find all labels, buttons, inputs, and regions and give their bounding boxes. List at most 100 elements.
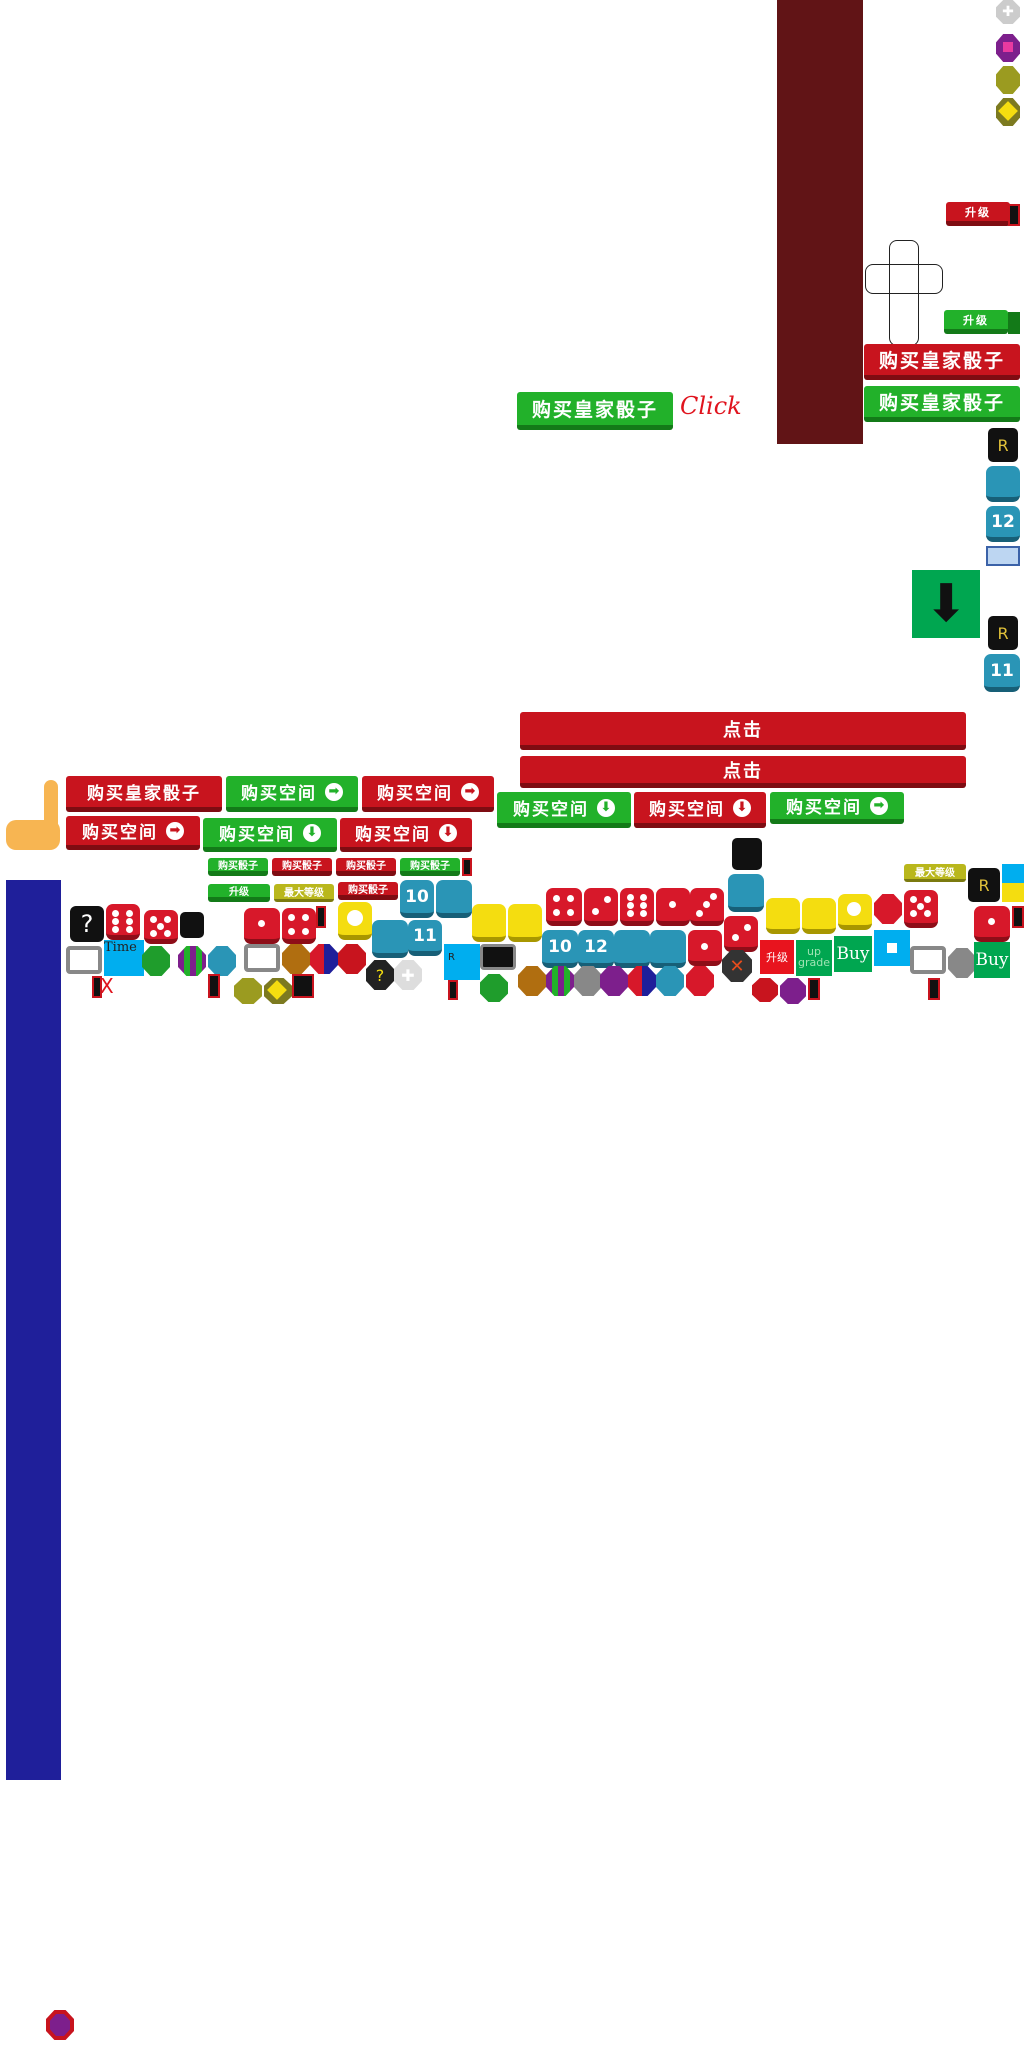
teal-die-six-5 [614,930,650,968]
red-grid-gem-icon-2 [752,978,778,1002]
red-blue-gem-icon [310,944,338,974]
x-marker-icon [208,974,220,998]
cyan-yellow-tile [1002,864,1024,902]
red-die-four-2 [546,888,582,926]
down-arrow-panel[interactable]: ⬇ [912,570,980,638]
arrow-down-icon: ⬇ [597,798,615,817]
striped-gem-icon-2 [546,966,574,996]
buy-royal-dice-button-center[interactable]: 购买皇家骰子 [517,392,673,430]
red-die-five-2 [904,890,938,928]
red-die-two-2 [724,916,758,952]
buy-space-down-button-3[interactable]: 购买空间 ⬇ [203,818,337,852]
yellow-die-one [338,902,372,940]
upgrade-button-green[interactable]: 升级 [944,310,1008,334]
red-blue-gem-icon-2 [628,966,656,996]
x-marker-icon [92,976,102,998]
question-tile: ? [70,906,104,942]
max-level-small-1: 最大等级 [274,884,334,902]
buy-royal-dice-button-1[interactable]: 购买皇家骰子 [864,344,1020,380]
arrow-right-icon: ➡ [870,796,888,815]
teal-die-six-4 [728,874,764,912]
teal-die-six-3 [372,920,408,958]
buy-space-right-button-1[interactable]: 购买空间 ➡ [226,776,358,812]
upgrade-button-top[interactable]: 升级 [946,202,1010,226]
question-gem-icon: ? [366,960,394,990]
r-cyan-tile: R [444,944,480,980]
empty-slot-1 [66,946,102,974]
teal-cross-gem-icon-2 [656,966,684,996]
cyan-tile [874,930,910,966]
r-tile-3: R [968,868,1000,902]
x-marker-icon [808,978,820,1000]
empty-slot-3 [910,946,946,974]
click-bar-1[interactable]: 点击 [520,712,966,750]
yellow-die-three-2 [802,898,836,934]
buy-royal-dice-button-row[interactable]: 购买皇家骰子 [66,776,222,812]
buy-dice-small-2[interactable]: 购买骰子 [272,858,332,876]
olive-gem-icon-2 [234,978,262,1004]
buy-dice-small-4[interactable]: 购买骰子 [400,858,460,876]
buy-space-down-button-2[interactable]: 购买空间 ⬇ [634,792,766,828]
olive-gem-icon [996,66,1020,94]
buy-space-right-button-4[interactable]: 购买空间 ➡ [66,816,200,850]
buy-dice-small-1[interactable]: 购买骰子 [208,858,268,876]
arrow-down-icon: ⬇ [439,823,457,842]
red-gem-icon-2 [686,966,714,996]
striped-gem-icon [178,946,206,976]
grey-cross-gem-icon [574,966,602,996]
red-die-six-2 [620,888,654,926]
pink-gem-icon [996,34,1020,62]
upgrade-red-tile[interactable]: 升级 [760,940,794,974]
buy-space-right-button-2[interactable]: 购买空间 ➡ [362,776,494,812]
grey-cross-gem-icon-2 [948,948,976,978]
yellow-die-one-2 [838,894,872,930]
time-tile: Time [104,940,144,976]
arrow-right-icon: ➡ [325,782,343,801]
black-slot [480,944,516,970]
teal-die-12: 12 [986,506,1020,542]
green-marker-icon [1008,312,1020,334]
teal-die-11-2: 11 [408,920,442,956]
buy-space-down-button-4[interactable]: 购买空间 ⬇ [340,818,472,852]
arrow-down-icon: ⬇ [733,798,751,817]
red-die-one-2 [656,888,690,926]
x-marker-icon [316,906,326,928]
yellow-die-two-2 [508,904,542,942]
navy-sidebar [6,880,61,1780]
red-die-five [144,910,178,944]
teal-die-11: 11 [984,654,1020,692]
upgrade-small-button[interactable]: 升级 [208,884,270,902]
buy-royal-dice-button-2[interactable]: 购买皇家骰子 [864,386,1020,422]
purple-gem-icon [780,978,806,1004]
green-gem-icon-2 [480,974,508,1002]
teal-die-10: 10 [400,880,434,918]
x-marker-icon [1008,204,1020,226]
brown-gem-icon [282,944,310,974]
buy-dice-small-5[interactable]: 购买骰子 [338,882,398,900]
green-gem-icon [142,946,170,976]
red-die-six-1 [106,904,140,940]
buy-dice-small-3[interactable]: 购买骰子 [336,858,396,876]
red-die-four [282,908,316,944]
close-gem-icon[interactable]: ✕ [722,950,752,982]
buy-space-down-button-1[interactable]: 购买空间 ⬇ [497,792,631,828]
red-die-one-3 [974,906,1010,942]
red-die-one-4 [688,930,722,966]
red-x-mark: X [100,974,114,998]
teal-cross-gem-icon [208,946,236,976]
plus-gem-icon-2: ✚ [394,960,422,990]
teal-die-six [986,466,1020,502]
buy-space-right-button-3[interactable]: 购买空间 ➡ [770,792,904,824]
red-gem-icon [874,894,902,924]
upgrade-green-tile[interactable]: up grade [796,940,832,976]
cross-slot-grid [865,240,943,346]
teal-die-six-6 [650,930,686,968]
click-bar-2[interactable]: 点击 [520,756,966,788]
buy-green-tile-2[interactable]: Buy [974,942,1010,978]
red-die-three [690,888,724,926]
buy-green-tile[interactable]: Buy [834,936,872,972]
blue-slot-icon [986,546,1020,566]
teal-die-six-2 [436,880,472,918]
yellow-die-two-1 [472,904,506,942]
diamond-gem-icon [996,98,1020,126]
